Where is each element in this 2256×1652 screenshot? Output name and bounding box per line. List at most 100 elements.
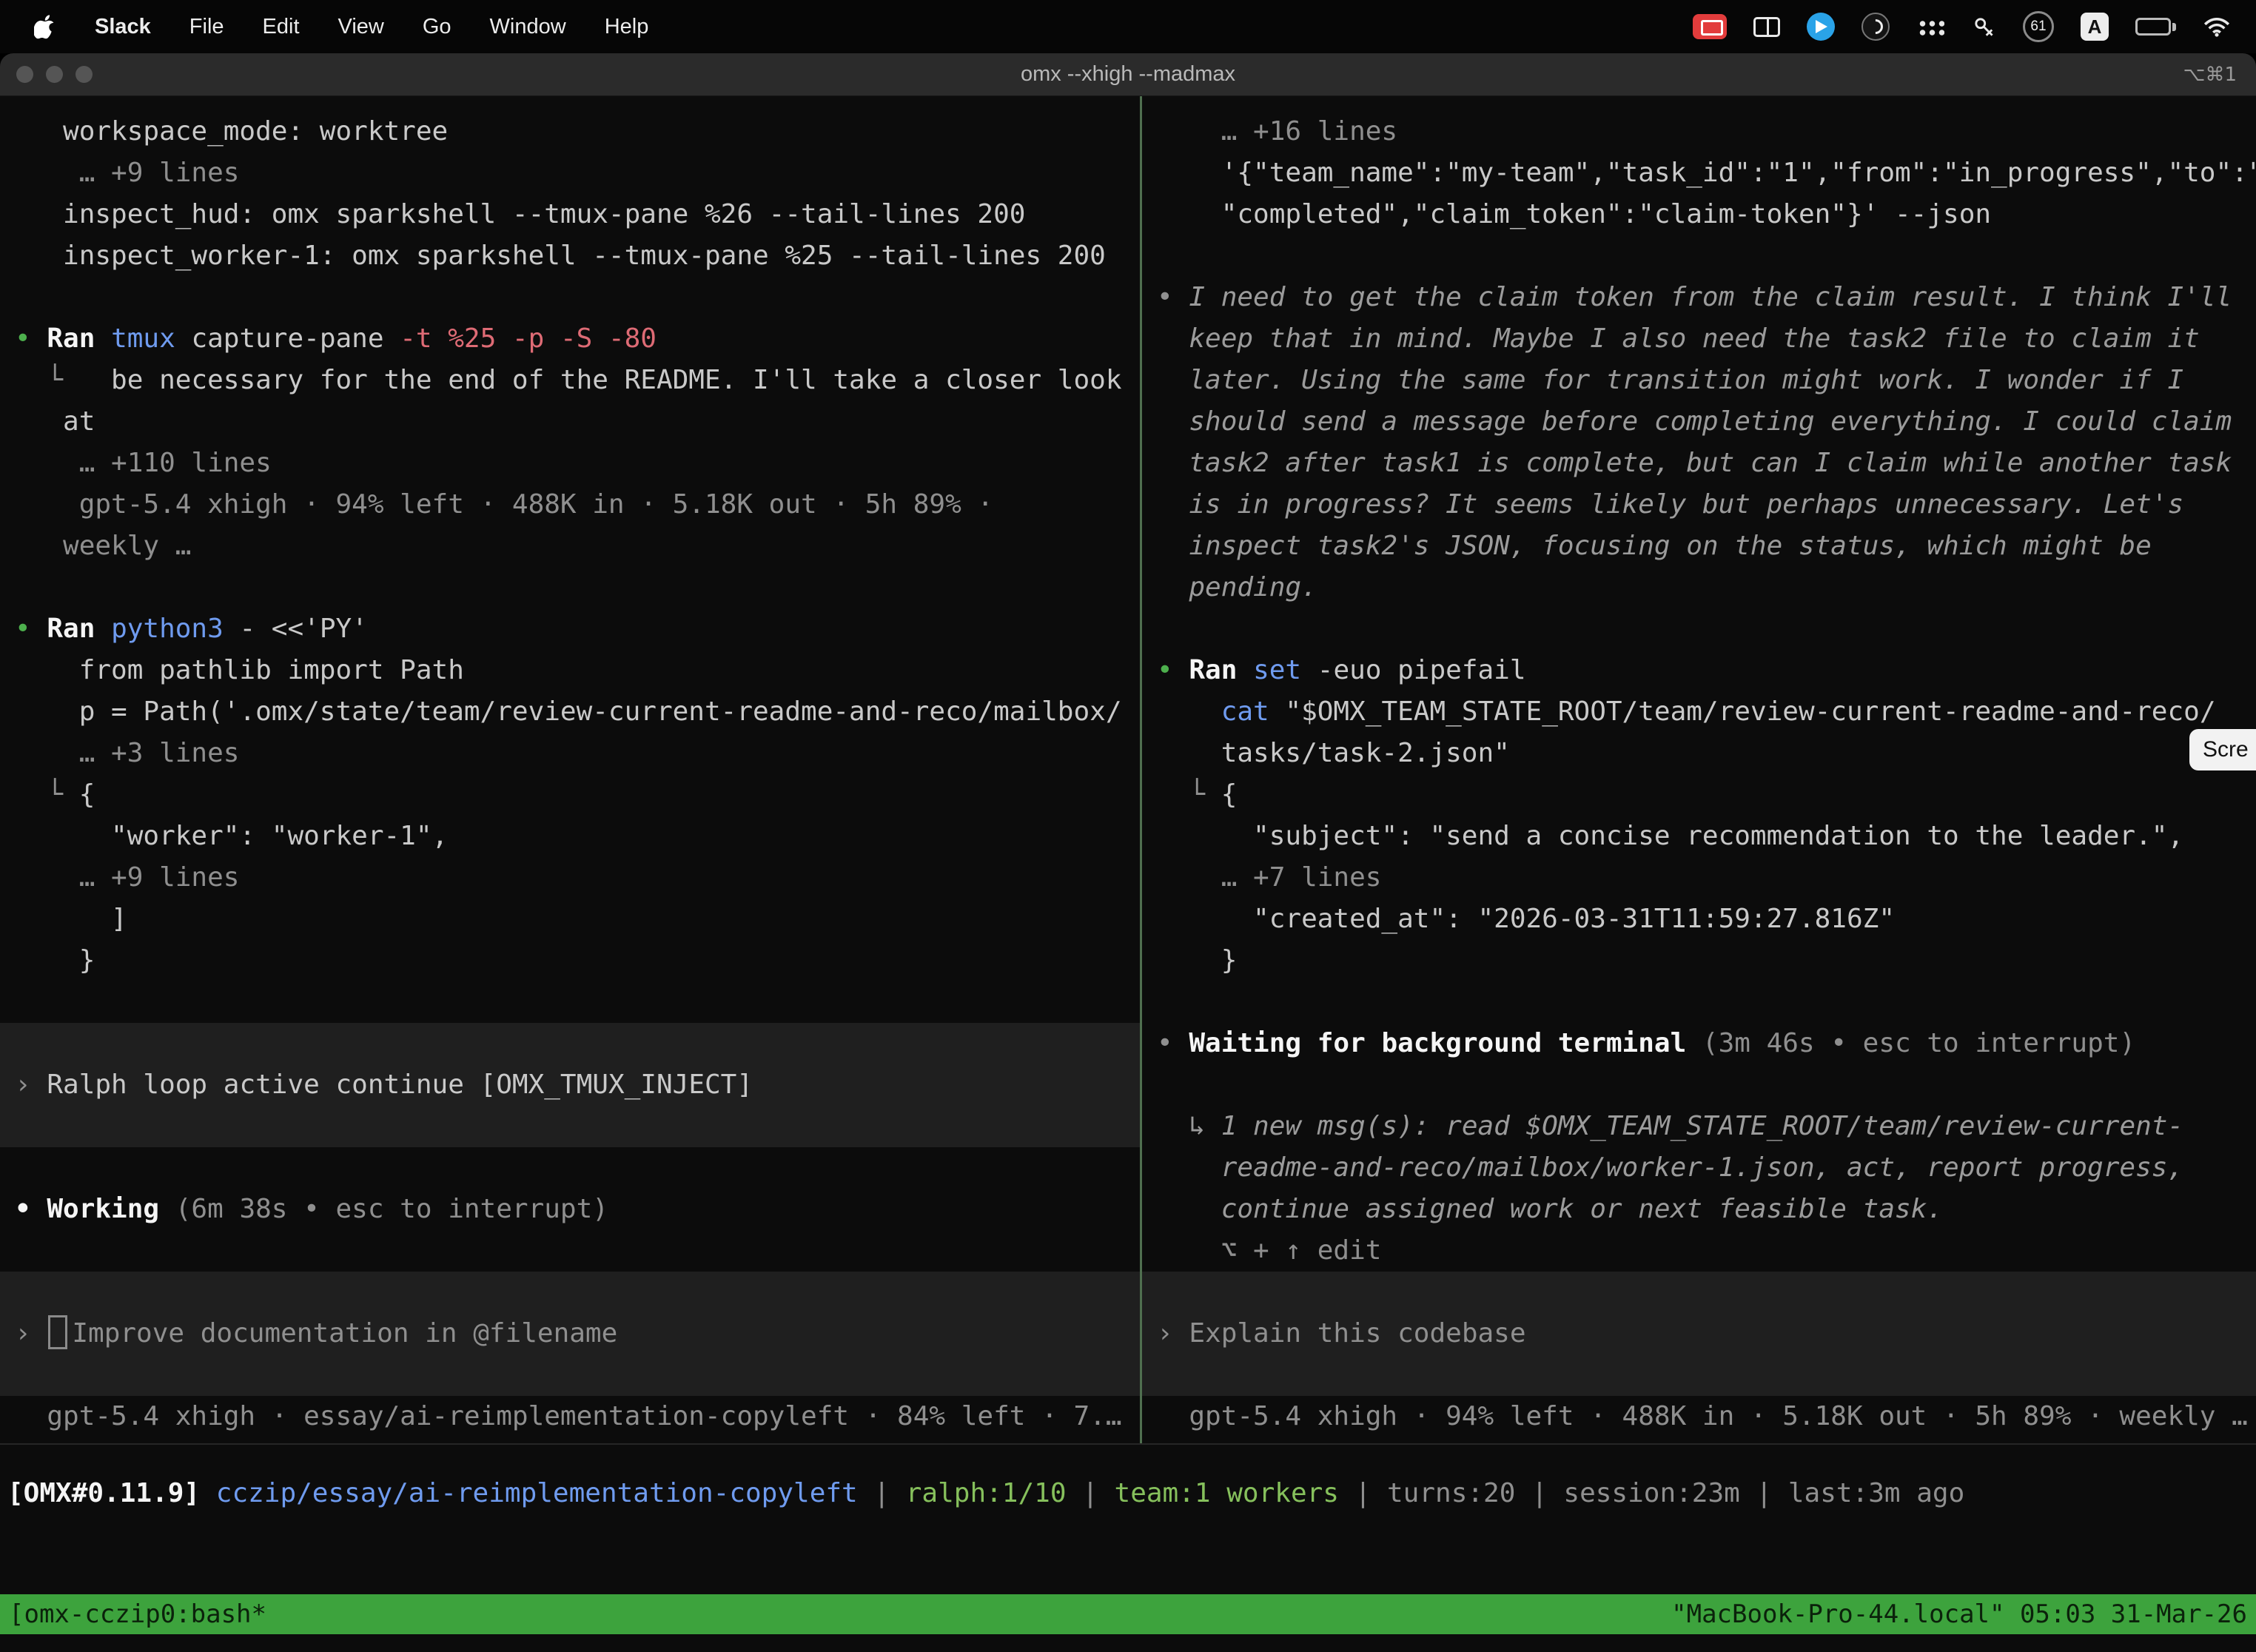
suggestion-prompt[interactable]: › Explain this codebase [1142,1272,2256,1396]
terminal-line: p = Path('.omx/state/team/review-current… [15,691,1140,733]
terminal-line: • I need to get the claim token from the… [1157,277,2256,318]
text-segment: • [1157,1028,1189,1058]
menubar-item-window[interactable]: Window [490,15,566,39]
text-segment: task2 after task1 is complete, but can I… [1157,448,2232,478]
minimize-button[interactable] [46,66,63,83]
text-segment: • [15,323,47,354]
terminal-line: ] [15,899,1140,940]
text-segment: be necessary for the end of the README. … [111,365,1121,395]
window-manager-icon[interactable] [1753,17,1780,37]
text-segment: ] [15,904,127,934]
input-source-icon[interactable]: A [2081,13,2109,41]
menubar-item-go[interactable]: Go [423,15,451,39]
text-segment: › [1157,1318,1189,1349]
terminal-line: "subject": "send a concise recommendatio… [1157,816,2256,857]
terminal-line: } [15,940,1140,981]
app-icon-dark[interactable] [1861,13,1890,41]
text-segment: pending. [1157,572,1317,602]
hud-separator [0,1443,2256,1445]
app-icon-blue[interactable] [1807,13,1835,41]
text-segment: workspace_mode: worktree [15,116,448,147]
text-segment: … +9 lines [15,158,239,188]
app-menus: Slack File Edit View Go Window Help [95,15,648,39]
terminal-window: omx --xhigh --madmax ⌥⌘1 workspace_mode:… [0,53,2256,1652]
terminal-line: from pathlib import Path [15,650,1140,691]
terminal-line: … +110 lines [15,443,1140,484]
menubar-item-help[interactable]: Help [605,15,649,39]
terminal-line: • Ran tmux capture-pane -t %25 -p -S -80 [15,318,1140,360]
text-segment: › [15,1070,47,1100]
terminal-line: • Waiting for background terminal (3m 46… [1157,1023,2256,1064]
text-segment: "created_at": "2026-03-31T11:59:27.816Z" [1157,904,1895,934]
text-segment: keep that in mind. Maybe I also need the… [1157,323,2200,354]
text-segment [1157,696,1221,727]
screen-overlay-button[interactable]: Scre [2189,729,2256,770]
terminal-pane-left[interactable]: workspace_mode: worktree … +9 lines insp… [0,96,1140,1443]
terminal-line: task2 after task1 is complete, but can I… [1157,443,2256,484]
text-cursor [48,1315,67,1349]
ralph-loop-prompt[interactable]: › Ralph loop active continue [OMX_TMUX_I… [0,1023,1140,1147]
menubar-item-view[interactable]: View [338,15,384,39]
text-segment: › [15,1318,47,1349]
terminal-line: should send a message before completing … [1157,401,2256,443]
text-segment: … +16 lines [1157,116,1397,147]
terminal-line [15,981,1140,1023]
terminal-line: gpt-5.4 xhigh · 94% left · 488K in · 5.1… [15,484,1140,526]
text-segment: └ [15,779,79,810]
menubar-item-file[interactable]: File [189,15,224,39]
terminal-pane-right[interactable]: … +16 lines '{"team_name":"my-team","tas… [1142,96,2256,1443]
wifi-icon[interactable] [2203,16,2231,38]
terminal-line: weekly … [15,526,1140,567]
terminal-line: … +7 lines [1157,857,2256,899]
text-segment: inspect task2's JSON, focusing on the st… [1157,531,2152,561]
text-segment: team:1 workers [1115,1478,1339,1508]
terminal-line: └ { [1157,774,2256,816]
text-segment: gpt-5.4 xhigh · essay/ai-reimplementatio… [15,1401,1122,1431]
apple-menu-icon[interactable] [34,13,56,40]
input-prompt[interactable]: › Improve documentation in @filename [0,1272,1140,1396]
text-segment: "worker": "worker-1", [15,821,448,851]
terminal-line: • Ran set -euo pipefail [1157,650,2256,691]
tmux-host-clock-label: "MacBook-Pro-44.local" 05:03 31-Mar-26 [1671,1599,2247,1629]
terminal-line: gpt-5.4 xhigh · essay/ai-reimplementatio… [15,1396,1140,1437]
terminal-line: inspect_worker-1: omx sparkshell --tmux-… [15,235,1140,277]
text-segment: at [15,406,95,437]
text-segment: • [1157,282,1189,312]
text-segment: gpt-5.4 xhigh · 94% left · 488K in · 5.1… [1157,1401,2248,1431]
menubar-item-slack[interactable]: Slack [95,15,151,39]
text-segment: set [1253,655,1317,685]
tmux-status-bar: [omx-cczip0:bash* "MacBook-Pro-44.local"… [0,1594,2256,1634]
terminal-line: cat "$OMX_TEAM_STATE_ROOT/team/review-cu… [1157,691,2256,733]
omx-status-line: [OMX#0.11.9] cczip/essay/ai-reimplementa… [7,1473,2256,1514]
terminal-line: … +3 lines [15,733,1140,774]
battery-percent-circle-icon[interactable]: 61 [2023,11,2054,42]
battery-icon[interactable] [2135,18,2176,36]
terminal-line: └ { [15,774,1140,816]
text-segment: … +110 lines [15,448,272,478]
text-segment: "completed","claim_token":"claim-token"}… [1157,199,1991,229]
terminal-line: readme-and-reco/mailbox/worker-1.json, a… [1157,1147,2256,1189]
close-button[interactable] [16,66,33,83]
text-segment: Ralph loop active continue [OMX_TMUX_INJ… [47,1070,753,1100]
tmux-session-label: [omx-cczip0:bash* [9,1599,266,1629]
text-segment: "subject": "send a concise recommendatio… [1157,821,2183,851]
text-segment: should send a message before completing … [1157,406,2232,437]
terminal-line [1157,1064,2256,1106]
text-segment: python3 [111,614,239,644]
text-segment: └ [15,365,111,395]
text-segment: ⌥ + ↑ edit [1157,1235,1381,1266]
text-segment: gpt-5.4 xhigh · 94% left · 488K in · 5.1… [15,489,993,520]
key-icon[interactable] [1971,14,1996,39]
text-segment: - <<'PY' [239,614,367,644]
dots-grid-icon[interactable] [1916,18,1944,36]
text-segment: Waiting for background terminal [1189,1028,1702,1058]
zoom-button[interactable] [75,66,93,83]
text-segment: I need to get the claim token from the c… [1189,282,2232,312]
screen-recording-indicator-icon[interactable] [1693,14,1727,39]
text-segment: • [15,614,47,644]
text-segment [1157,1111,1189,1141]
menu-bar-status-area: 61 A [1693,11,2256,42]
text-segment: (6m 38s • esc to interrupt) [175,1194,608,1224]
terminal-line: "worker": "worker-1", [15,816,1140,857]
menubar-item-edit[interactable]: Edit [263,15,300,39]
